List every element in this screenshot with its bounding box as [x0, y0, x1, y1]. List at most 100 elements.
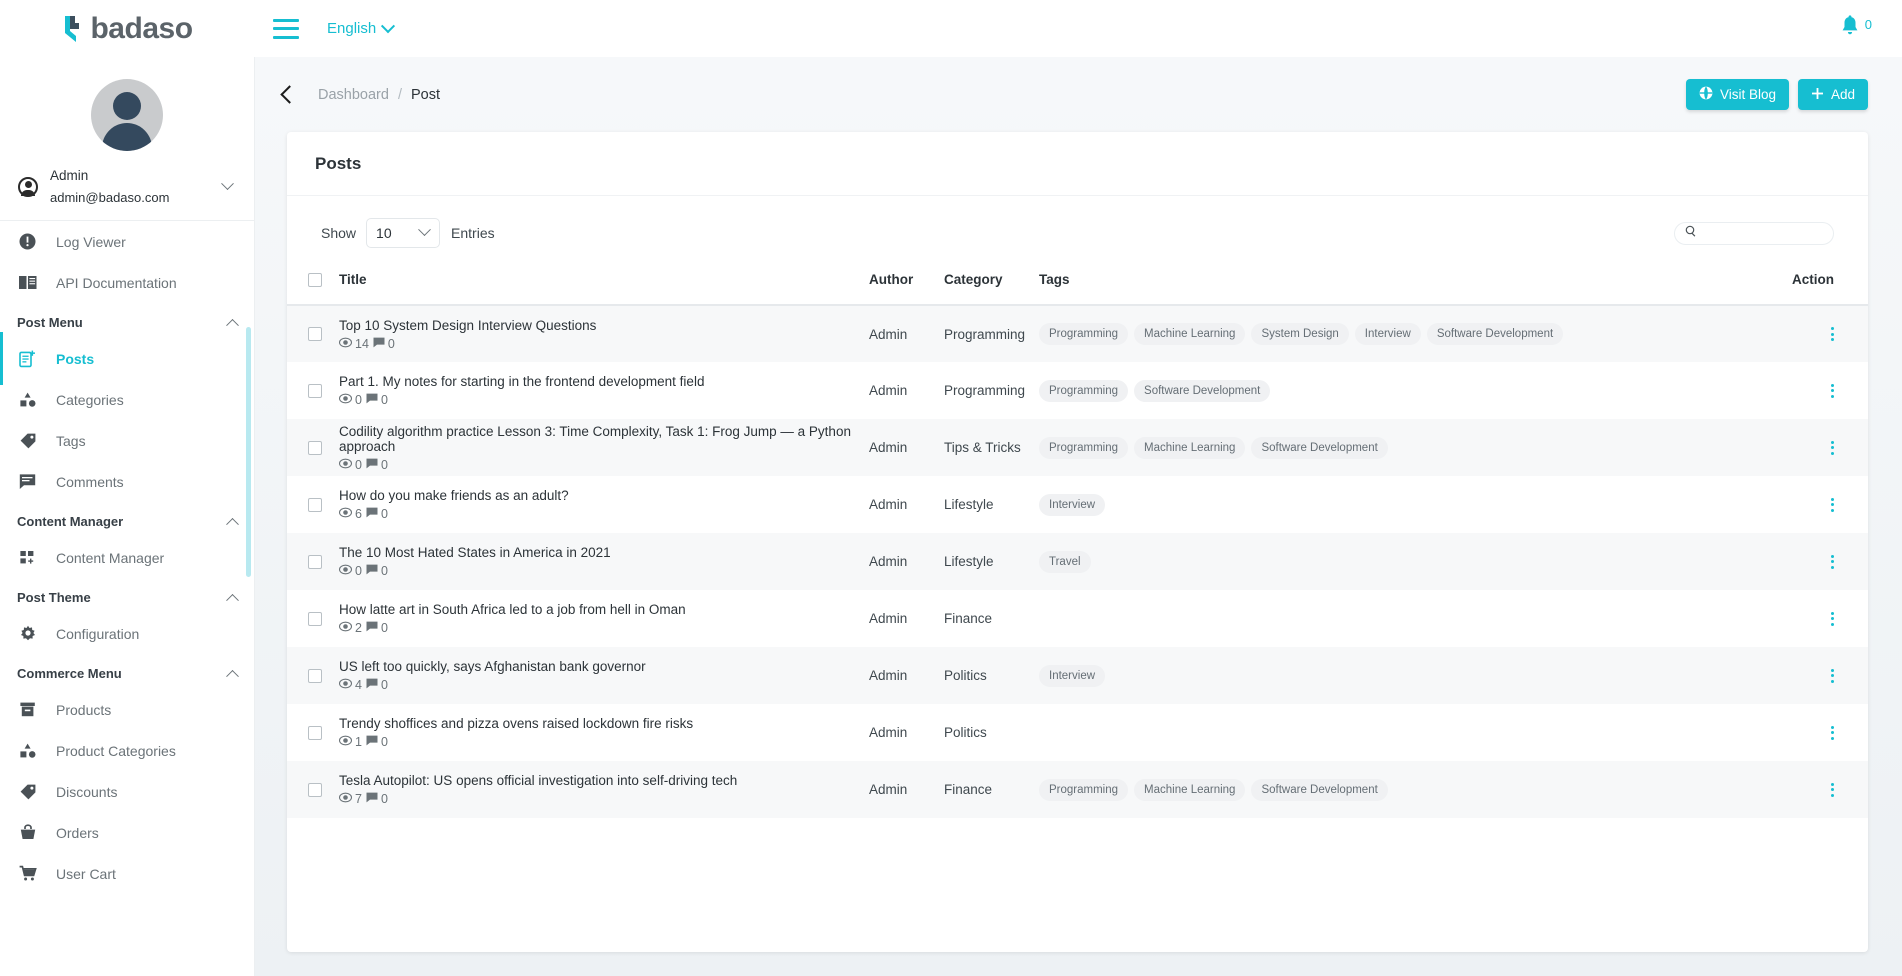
row-menu-icon[interactable] — [1831, 497, 1868, 512]
row-checkbox[interactable] — [308, 782, 322, 797]
column-title[interactable]: Title — [339, 264, 869, 306]
avatar[interactable] — [0, 57, 254, 151]
tag-pill[interactable]: System Design — [1251, 323, 1349, 345]
table-row[interactable]: Codility algorithm practice Lesson 3: Ti… — [287, 419, 1868, 476]
post-title[interactable]: Tesla Autopilot: US opens official inves… — [339, 773, 869, 788]
table-row[interactable]: Tesla Autopilot: US opens official inves… — [287, 761, 1868, 818]
comment-icon — [366, 621, 378, 635]
breadcrumb-bar: Dashboard / Post Visit Blog Add — [255, 57, 1902, 132]
user-account-row[interactable]: Admin admin@badaso.com — [0, 151, 254, 222]
brand-logo[interactable]: badaso — [0, 12, 255, 46]
post-title[interactable]: Part 1. My notes for starting in the fro… — [339, 374, 869, 389]
sidebar-group-post-menu[interactable]: Post Menu — [0, 303, 254, 338]
row-checkbox[interactable] — [308, 497, 322, 512]
tag-pill[interactable]: Software Development — [1134, 379, 1271, 402]
sidebar-item-categories[interactable]: Categories — [0, 379, 254, 420]
menu-toggle-icon[interactable] — [273, 18, 299, 39]
tag-pill[interactable]: Software Development — [1426, 323, 1564, 345]
sidebar-item-orders[interactable]: Orders — [0, 812, 254, 853]
sidebar-scrollbar[interactable] — [246, 327, 251, 577]
row-select-cell — [287, 419, 339, 476]
tag-pill[interactable]: Software Development — [1251, 778, 1388, 801]
tag-pill[interactable]: Interview — [1354, 323, 1421, 345]
row-menu-icon[interactable] — [1831, 725, 1868, 740]
table-row[interactable]: US left too quickly, says Afghanistan ba… — [287, 647, 1868, 704]
row-menu-icon[interactable] — [1831, 611, 1868, 626]
row-menu-icon[interactable] — [1831, 782, 1868, 797]
sidebar-item-api-documentation[interactable]: API Documentation — [0, 262, 254, 303]
breadcrumb-dashboard[interactable]: Dashboard — [318, 87, 389, 103]
table-row[interactable]: Top 10 System Design Interview Questions… — [287, 305, 1868, 362]
search-input[interactable] — [1703, 226, 1823, 240]
sidebar-item-configuration[interactable]: Configuration — [0, 613, 254, 654]
tag-pill[interactable]: Machine Learning — [1134, 778, 1246, 801]
post-title[interactable]: How do you make friends as an adult? — [339, 488, 869, 503]
post-title[interactable]: Trendy shoffices and pizza ovens raised … — [339, 716, 869, 731]
sidebar-item-label: Orders — [56, 824, 99, 841]
row-menu-icon[interactable] — [1831, 327, 1868, 341]
tag-pill[interactable]: Travel — [1039, 550, 1091, 573]
sidebar-item-content-manager[interactable]: Content Manager — [0, 537, 254, 578]
row-menu-icon[interactable] — [1831, 383, 1868, 398]
post-title[interactable]: How latte art in South Africa led to a j… — [339, 602, 869, 617]
table-row[interactable]: Trendy shoffices and pizza ovens raised … — [287, 704, 1868, 761]
post-title[interactable]: US left too quickly, says Afghanistan ba… — [339, 659, 869, 674]
language-selector[interactable]: English — [327, 18, 396, 37]
tag-pill[interactable]: Machine Learning — [1134, 323, 1246, 345]
table-row[interactable]: The 10 Most Hated States in America in 2… — [287, 533, 1868, 590]
tag-pill[interactable]: Machine Learning — [1134, 436, 1246, 459]
eye-icon — [338, 621, 353, 635]
row-title-cell: US left too quickly, says Afghanistan ba… — [338, 647, 869, 704]
row-checkbox[interactable] — [308, 383, 322, 398]
tag-pill[interactable]: Programming — [1039, 323, 1129, 345]
tag-pill[interactable]: Programming — [1039, 778, 1129, 801]
sidebar-item-posts[interactable]: Posts — [0, 332, 254, 386]
row-category: Finance — [944, 611, 993, 626]
row-checkbox[interactable] — [308, 668, 322, 683]
page-size-select[interactable]: 10 — [366, 218, 441, 248]
table-row[interactable]: Part 1. My notes for starting in the fro… — [287, 362, 1868, 419]
sidebar-item-comments[interactable]: Comments — [0, 461, 254, 502]
column-tags[interactable]: Tags — [1039, 264, 1778, 306]
sidebar-item-product-categories[interactable]: Product Categories — [0, 730, 254, 771]
back-icon[interactable] — [280, 85, 299, 104]
comment-icon — [373, 337, 385, 351]
sidebar-group-post-theme[interactable]: Post Theme — [0, 578, 254, 613]
row-checkbox[interactable] — [308, 554, 322, 569]
row-menu-icon[interactable] — [1831, 668, 1868, 683]
sidebar-group-content-manager[interactable]: Content Manager — [0, 502, 254, 537]
column-category[interactable]: Category — [944, 264, 1039, 306]
row-checkbox[interactable] — [308, 440, 322, 455]
row-checkbox[interactable] — [308, 327, 322, 341]
sidebar-item-products[interactable]: Products — [0, 689, 254, 730]
tag-pill[interactable]: Interview — [1039, 664, 1106, 687]
sidebar-nav: Log Viewer API Documentation Post Menu P… — [0, 221, 254, 894]
tag-pill[interactable]: Software Development — [1251, 436, 1388, 459]
column-author[interactable]: Author — [869, 264, 944, 306]
row-action — [1778, 362, 1868, 419]
row-tags: Travel — [1039, 533, 1778, 590]
row-tags — [1039, 704, 1778, 761]
row-checkbox[interactable] — [308, 725, 322, 740]
row-menu-icon[interactable] — [1831, 440, 1868, 455]
sidebar-group-commerce-menu[interactable]: Commerce Menu — [0, 654, 254, 689]
table-row[interactable]: How latte art in South Africa led to a j… — [287, 590, 1868, 647]
tag-pill[interactable]: Programming — [1039, 436, 1129, 459]
table-row[interactable]: How do you make friends as an adult? 6 0 Ad… — [287, 476, 1868, 533]
sidebar-item-user-cart[interactable]: User Cart — [0, 853, 254, 894]
row-menu-icon[interactable] — [1831, 554, 1868, 569]
post-title[interactable]: Codility algorithm practice Lesson 3: Ti… — [339, 424, 869, 454]
tag-pill[interactable]: Interview — [1039, 493, 1106, 516]
notifications[interactable]: 0 — [1840, 15, 1872, 42]
sidebar-item-tags[interactable]: Tags — [0, 420, 254, 461]
visit-blog-button[interactable]: Visit Blog — [1685, 79, 1789, 110]
search-container[interactable] — [1674, 221, 1834, 245]
post-title[interactable]: The 10 Most Hated States in America in 2… — [339, 545, 869, 560]
row-checkbox[interactable] — [308, 611, 322, 626]
select-all-checkbox[interactable] — [308, 272, 322, 287]
post-title[interactable]: Top 10 System Design Interview Questions — [339, 318, 869, 333]
sidebar-item-log-viewer[interactable]: Log Viewer — [0, 221, 254, 262]
sidebar-item-discounts[interactable]: Discounts — [0, 771, 254, 812]
tag-pill[interactable]: Programming — [1039, 379, 1129, 402]
add-button[interactable]: Add — [1797, 79, 1868, 110]
